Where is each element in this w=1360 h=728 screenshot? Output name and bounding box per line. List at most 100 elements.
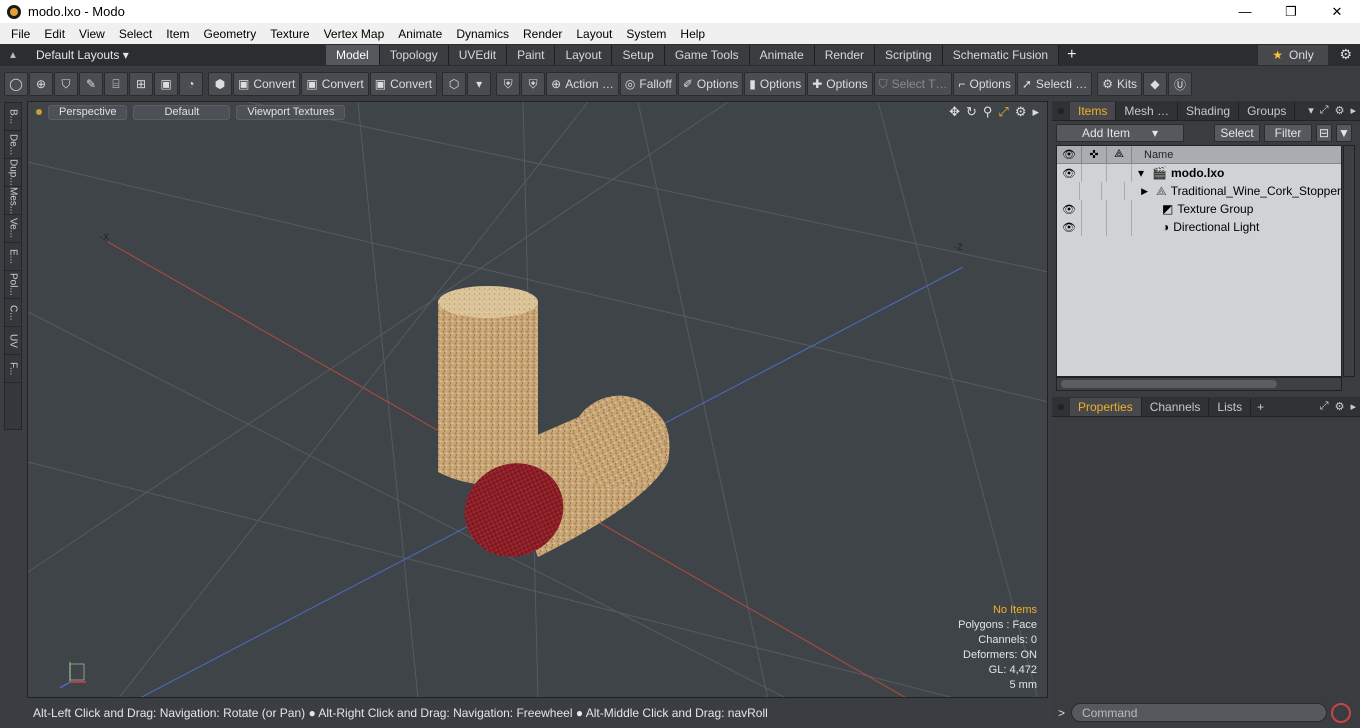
left-tab-curves[interactable]: C... (5, 299, 21, 327)
viewport-textures-select[interactable]: Viewport Textures (236, 104, 346, 120)
tab-setup[interactable]: Setup (612, 45, 665, 65)
panel-menu-dot-icon[interactable] (1058, 403, 1064, 410)
shading-select[interactable]: Default (133, 104, 231, 120)
menu-animate[interactable]: Animate (391, 27, 449, 41)
convert-button-2[interactable]: ▣ Convert (301, 72, 369, 96)
left-tab-uv[interactable]: UV (5, 327, 21, 355)
name-column-header[interactable]: Name (1132, 149, 1173, 161)
tab-layout[interactable]: Layout (555, 45, 613, 65)
menu-help[interactable]: Help (673, 27, 712, 41)
collapse-icon[interactable]: ⊟ (1316, 124, 1332, 142)
expand-arrow-icon[interactable]: ▾ (1138, 166, 1144, 180)
unity-icon[interactable]: ◆ (1143, 72, 1168, 96)
tree-row-texture-group[interactable]: 👁 ◩ Texture Group (1057, 200, 1341, 218)
tab-animate[interactable]: Animate (749, 45, 815, 65)
scrollbar-thumb[interactable] (1061, 380, 1277, 388)
left-tab-fusion[interactable]: F... (5, 355, 21, 383)
tree-row-directional-light[interactable]: 👁 ◑ Directional Light (1057, 218, 1341, 236)
symmetry-icon[interactable]: ⛨ (496, 72, 521, 96)
left-tab-mesh-edit[interactable]: Mes... (5, 187, 21, 215)
viewport-menu-dot-icon[interactable] (36, 109, 42, 115)
gear-icon[interactable]: ⚙ (1339, 46, 1352, 63)
minimize-button[interactable]: — (1222, 0, 1268, 23)
snap-icon[interactable]: ⬡ (442, 72, 467, 96)
options-button-4[interactable]: ⌐ Options (953, 72, 1016, 96)
tree-row-mesh[interactable]: ▶ ⟁ Traditional_Wine_Cork_Stopper (1057, 182, 1341, 200)
only-toggle[interactable]: ★ Only (1258, 45, 1328, 65)
dropdown-arrow-icon[interactable]: ▾ (467, 72, 492, 96)
menu-layout[interactable]: Layout (569, 27, 619, 41)
collapse-up-icon[interactable]: ▲ (8, 50, 22, 61)
panel-gear-icon[interactable]: ⚙ (1335, 104, 1345, 117)
close-button[interactable]: ✕ (1314, 0, 1360, 23)
menu-vertex-map[interactable]: Vertex Map (317, 27, 392, 41)
options-button-3[interactable]: ✚ Options (807, 72, 873, 96)
convert-button-1[interactable]: ▣ Convert (233, 72, 301, 96)
zoom-icon[interactable]: ⚲ (983, 104, 993, 120)
eye-icon[interactable]: 👁 (1057, 218, 1082, 236)
options-button-1[interactable]: ✐ Options (677, 72, 744, 96)
tab-shading[interactable]: Shading (1178, 101, 1240, 120)
select-button[interactable]: Select (1214, 124, 1260, 142)
tab-topology[interactable]: Topology (379, 45, 449, 65)
lock-column-icon[interactable]: ✜ (1082, 145, 1107, 164)
left-tab-vertex[interactable]: Ve... (5, 215, 21, 243)
tab-lists[interactable]: Lists (1209, 397, 1252, 416)
view-mode-select[interactable]: Perspective (48, 104, 128, 120)
menu-texture[interactable]: Texture (263, 27, 316, 41)
tab-model[interactable]: Model (326, 45, 380, 65)
viewport-arrow-icon[interactable]: ▸ (1032, 104, 1039, 120)
workplane-icon[interactable]: ⛨ (521, 72, 546, 96)
collapse-arrow-icon[interactable]: ▶ (1141, 186, 1148, 197)
add-panel-tab-icon[interactable]: + (1257, 400, 1264, 414)
items-vertical-scrollbar[interactable] (1343, 145, 1355, 377)
convert-button-3[interactable]: ▣ Convert (369, 72, 438, 96)
menu-render[interactable]: Render (516, 27, 569, 41)
3d-viewport[interactable]: -X -Z Perspective Default Viewport Textu… (27, 101, 1048, 698)
tree-row-scene[interactable]: 👁 ▾ 🎬 modo.lxo (1057, 164, 1341, 182)
items-horizontal-scrollbar[interactable] (1056, 377, 1342, 391)
tab-uvedit[interactable]: UVEdit (448, 45, 508, 65)
tab-schematic-fusion[interactable]: Schematic Fusion (942, 45, 1060, 65)
tab-groups[interactable]: Groups (1239, 101, 1296, 120)
menu-view[interactable]: View (72, 27, 112, 41)
selection-button[interactable]: ➚ Selecti … (1016, 72, 1093, 96)
rotate-icon[interactable]: ↻ (966, 104, 977, 120)
tab-mesh[interactable]: Mesh … (1116, 101, 1179, 120)
filter-button[interactable]: Filter (1264, 124, 1312, 142)
select-materials-icon[interactable]: ⌸ (104, 72, 128, 96)
eye-icon[interactable]: 👁 (1057, 200, 1082, 218)
layout-select[interactable]: Default Layouts ▾ (36, 48, 326, 62)
menu-item[interactable]: Item (159, 27, 196, 41)
menu-edit[interactable]: Edit (37, 27, 72, 41)
mesh-icon[interactable]: ⬢ (208, 72, 232, 96)
unreal-icon[interactable]: Ⓤ (1168, 72, 1193, 96)
select-pivot-icon[interactable]: ⊞ (129, 72, 153, 96)
visibility-column-icon[interactable]: 👁 (1057, 145, 1082, 164)
menu-dynamics[interactable]: Dynamics (449, 27, 516, 41)
viewport-settings-icon[interactable]: ⚙ (1015, 104, 1027, 120)
tab-channels[interactable]: Channels (1142, 397, 1210, 416)
falloff-button[interactable]: ◎ Falloff (619, 72, 677, 96)
select-falloff-icon[interactable]: ◔ (179, 72, 203, 96)
tab-items[interactable]: Items (1070, 101, 1117, 120)
tab-render[interactable]: Render (814, 45, 876, 65)
menu-system[interactable]: System (619, 27, 673, 41)
add-item-button[interactable]: Add Item ▾ (1056, 124, 1184, 142)
menu-geometry[interactable]: Geometry (197, 27, 264, 41)
left-tab-basic[interactable]: B... (5, 103, 21, 131)
viewport-scene[interactable] (28, 102, 1048, 698)
menu-file[interactable]: File (4, 27, 37, 41)
panel-arrow-icon[interactable]: ▸ (1350, 400, 1356, 413)
select-center-icon[interactable]: ▣ (154, 72, 178, 96)
left-tab-deform[interactable]: De... (5, 131, 21, 159)
panel-menu-dot-icon[interactable] (1058, 107, 1064, 114)
left-tab-duplicate[interactable]: Dup... (5, 159, 21, 187)
tab-game-tools[interactable]: Game Tools (664, 45, 750, 65)
tab-scripting[interactable]: Scripting (875, 45, 943, 65)
select-polygons-icon[interactable]: ⛉ (54, 72, 78, 96)
select-edges-icon[interactable]: ⊕ (29, 72, 53, 96)
select-through-button[interactable]: ⛉ Select T… (873, 72, 953, 96)
type-column-icon[interactable]: ⟁ (1107, 145, 1132, 164)
panel-expand-icon[interactable]: ⤢ (1320, 400, 1329, 413)
